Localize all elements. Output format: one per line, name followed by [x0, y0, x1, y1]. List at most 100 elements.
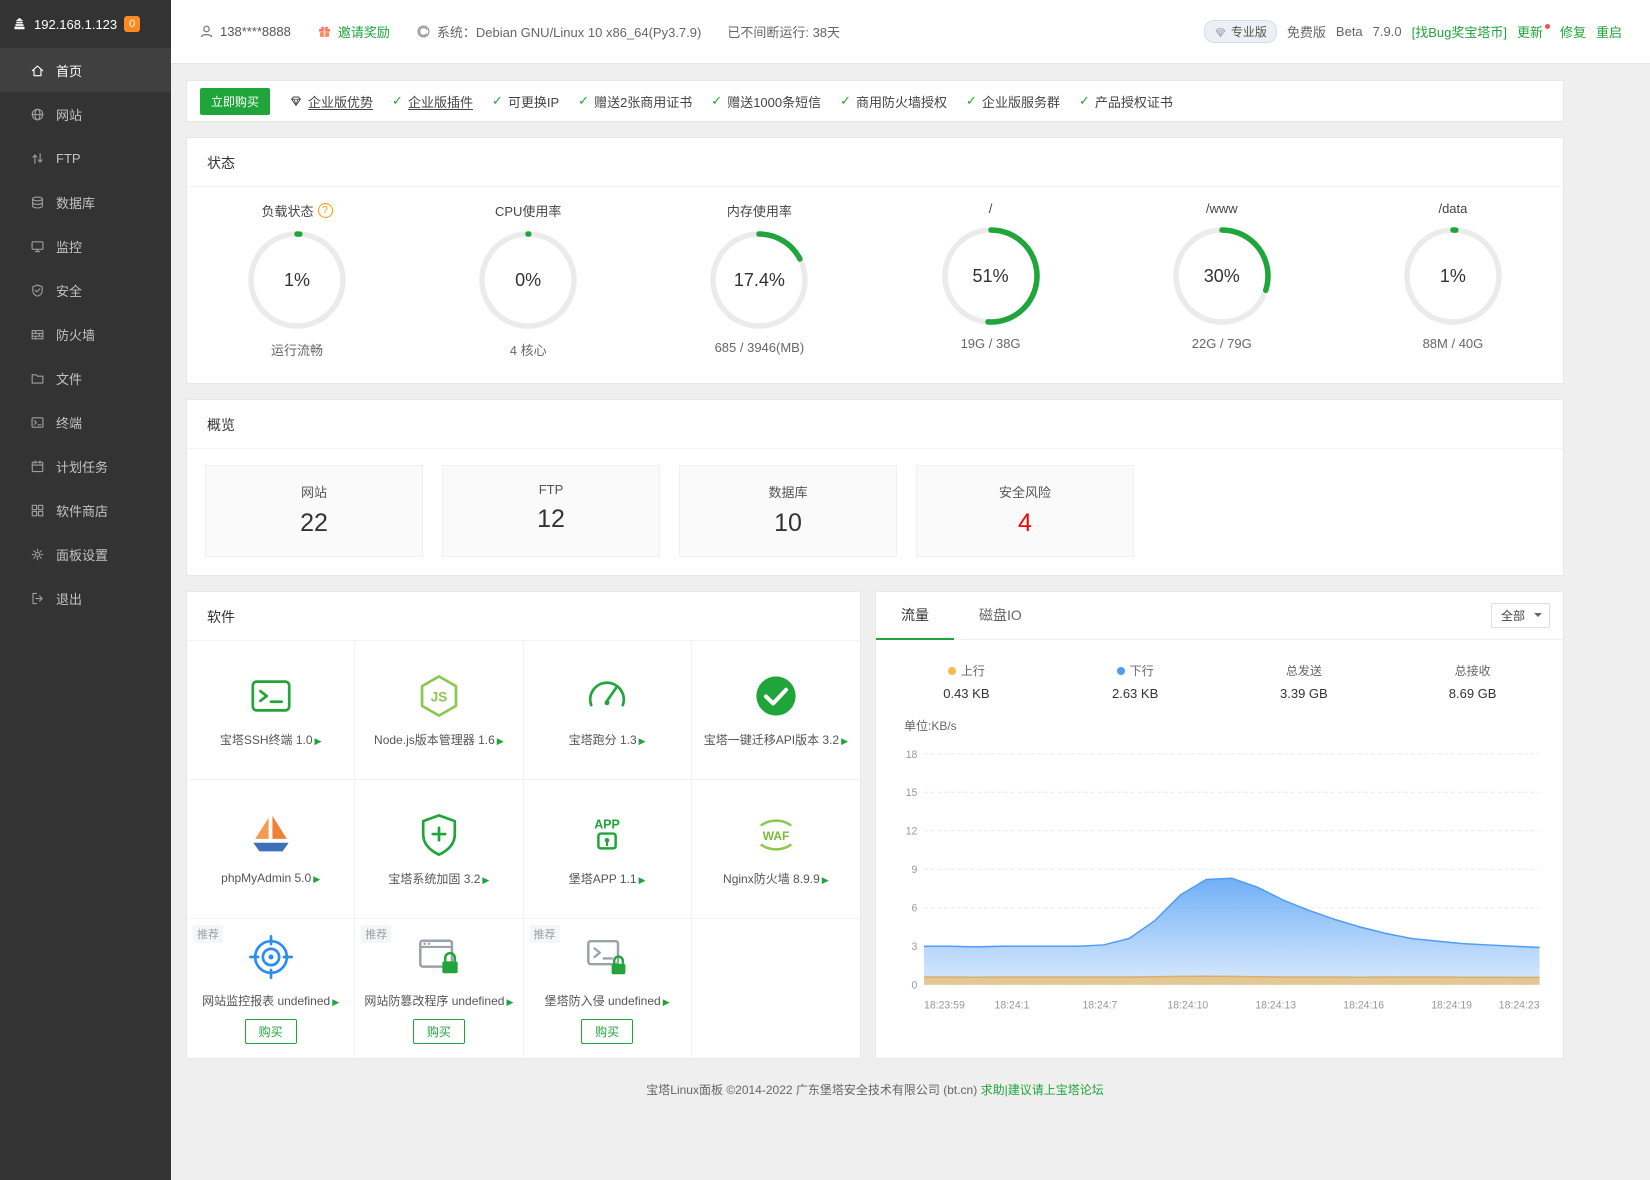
play-icon: ▶	[332, 996, 340, 1007]
forum-link[interactable]: 求助|建议请上宝塔论坛	[981, 1083, 1104, 1097]
sidebar-item-monitor[interactable]: 监控	[0, 224, 171, 268]
promo-item[interactable]: ✓ 企业版服务群	[966, 92, 1060, 111]
sidebar-item-appstore[interactable]: 软件商店	[0, 488, 171, 532]
software-name: 宝塔系统加固 3.2 ▶	[388, 871, 490, 886]
software-title: 软件	[187, 592, 860, 641]
legend-label: 总发送	[1285, 664, 1322, 678]
traffic-header: 流量 磁盘IO 全部	[876, 592, 1563, 640]
software-item[interactable]: WAF Nginx防火墙 8.9.9 ▶	[691, 780, 860, 919]
promo-item[interactable]: ✓ 赠送1000条短信	[711, 92, 821, 111]
promo-item[interactable]: ✓ 赠送2张商用证书	[578, 92, 692, 111]
overview-card-database[interactable]: 数据库 10	[679, 465, 897, 557]
help-icon[interactable]: ?	[317, 203, 333, 218]
card-label: FTP	[538, 482, 564, 497]
sidebar-item-label: 首页	[56, 63, 83, 79]
promo-item-label: 企业版插件	[407, 94, 473, 110]
migrate-icon	[753, 673, 799, 719]
bt-logo-icon	[12, 17, 27, 32]
waf-icon: WAF	[753, 812, 799, 858]
gauge-sub: 22G / 79G	[1191, 336, 1252, 351]
sidebar-item-files[interactable]: 文件	[0, 356, 171, 400]
sidebar-item-firewall[interactable]: 防火墙	[0, 312, 171, 356]
bug-reward-link[interactable]: [找Bug奖宝塔币]	[1412, 22, 1507, 41]
software-name: 宝塔一键迁移API版本 3.2 ▶	[703, 732, 849, 747]
svg-text:JS: JS	[431, 689, 447, 704]
software-item[interactable]: 推荐 网站监控报表 undefined ▶ 购买	[187, 919, 356, 1058]
status-gauge: CPU使用率 0% 4 核心	[463, 201, 593, 359]
edition-label: 免费版	[1286, 25, 1326, 40]
software-item[interactable]: 推荐 堡塔防入侵 undefined ▶ 购买	[523, 919, 692, 1058]
buy-button[interactable]: 购买	[244, 1018, 297, 1044]
fix-link[interactable]: 修复	[1560, 22, 1586, 41]
invite-link[interactable]: 邀请奖励	[317, 22, 390, 41]
restart-link[interactable]: 重启	[1596, 22, 1622, 41]
gauge-sub: 运行流畅	[270, 343, 323, 358]
software-item[interactable]: 宝塔SSH终端 1.0 ▶	[187, 641, 356, 780]
buy-button[interactable]: 购买	[412, 1018, 465, 1044]
tab-diskio[interactable]: 磁盘IO	[954, 592, 1047, 640]
update-link[interactable]: 更新	[1517, 22, 1550, 41]
server-header[interactable]: 192.168.1.123 0	[0, 0, 171, 48]
legend-item: 上行 0.43 KB	[882, 662, 1051, 701]
legend-value: 2.63 KB	[1111, 686, 1159, 701]
sidebar-item-label: 数据库	[56, 195, 96, 211]
sidebar-item-label: FTP	[56, 150, 81, 166]
promo-item[interactable]: ✓ 商用防火墙授权	[840, 92, 947, 111]
sidebar-item-terminal[interactable]: 终端	[0, 400, 171, 444]
phpmyadmin-icon	[248, 813, 294, 859]
tamper-proof-icon	[416, 934, 462, 980]
software-item[interactable]: JS Node.js版本管理器 1.6 ▶	[355, 641, 524, 780]
svg-text:18:24:16: 18:24:16	[1343, 999, 1384, 1011]
promo-item[interactable]: ✓ 产品授权证书	[1079, 92, 1173, 111]
legend-label: 总接收	[1454, 664, 1491, 678]
message-badge[interactable]: 0	[124, 16, 141, 32]
check-icon: ✓	[578, 93, 590, 108]
svg-text:18:24:10: 18:24:10	[1167, 999, 1208, 1011]
range-select[interactable]: 全部	[1490, 603, 1550, 628]
promo-item-label: 赠送1000条短信	[727, 94, 822, 110]
promo-item[interactable]: ✓ 企业版插件	[392, 92, 473, 111]
sidebar-item-home[interactable]: 首页	[0, 48, 171, 92]
sidebar-item-cron[interactable]: 计划任务	[0, 444, 171, 488]
buy-button[interactable]: 购买	[581, 1018, 634, 1044]
check-icon: ✓	[491, 93, 503, 108]
play-icon: ▶	[506, 996, 514, 1007]
legend-item: 下行 2.63 KB	[1051, 662, 1220, 701]
promo-item[interactable]: 企业版优势	[289, 92, 373, 111]
svg-text:3: 3	[912, 941, 918, 953]
promo-item-label: 商用防火墙授权	[856, 94, 948, 110]
software-item[interactable]: 推荐 网站防篡改程序 undefined ▶ 购买	[355, 919, 524, 1058]
os-icon	[416, 24, 431, 39]
sidebar-item-label: 防火墙	[56, 327, 96, 343]
sidebar-item-security[interactable]: 安全	[0, 268, 171, 312]
settings-icon	[30, 547, 45, 562]
svg-text:18:23:59: 18:23:59	[924, 999, 965, 1011]
sidebar-item-logout[interactable]: 退出	[0, 576, 171, 620]
recommend-tag: 推荐	[529, 925, 560, 943]
overview-card-ftp[interactable]: FTP 12	[442, 465, 660, 557]
software-item[interactable]: 宝塔系统加固 3.2 ▶	[355, 780, 524, 919]
software-item[interactable]: 宝塔一键迁移API版本 3.2 ▶	[691, 641, 860, 780]
sidebar-item-site[interactable]: 网站	[0, 92, 171, 136]
buy-now-button[interactable]: 立即购买	[200, 87, 271, 115]
pro-badge[interactable]: 专业版	[1203, 20, 1277, 43]
sidebar-item-label: 软件商店	[56, 503, 109, 519]
gauge-ring: 1%	[1401, 224, 1505, 328]
tab-traffic[interactable]: 流量	[876, 592, 954, 640]
files-icon	[30, 371, 45, 386]
software-item[interactable]: APP 堡塔APP 1.1 ▶	[523, 780, 692, 919]
software-item[interactable]: phpMyAdmin 5.0 ▶	[187, 780, 356, 919]
sidebar-item-settings[interactable]: 面板设置	[0, 532, 171, 576]
software-item[interactable]: 宝塔跑分 1.3 ▶	[523, 641, 692, 780]
overview-card-site[interactable]: 网站 22	[205, 465, 423, 557]
legend-value: 3.39 GB	[1280, 686, 1328, 701]
svg-text:18:24:19: 18:24:19	[1431, 999, 1472, 1011]
sidebar-item-ftp[interactable]: FTP	[0, 136, 171, 180]
sidebar-item-database[interactable]: 数据库	[0, 180, 171, 224]
gauge-ring: 51%	[939, 224, 1043, 328]
promo-item[interactable]: ✓ 可更换IP	[492, 92, 559, 111]
account[interactable]: 138****8888	[199, 24, 291, 39]
chart-area: 0 3 6 9 12 15 18 18:23:59 18:24:1 18:24:7 18:24:10…	[876, 734, 1563, 1058]
overview-card-risk[interactable]: 安全风险 4	[916, 465, 1134, 557]
gauge-label: /data	[1438, 201, 1468, 216]
